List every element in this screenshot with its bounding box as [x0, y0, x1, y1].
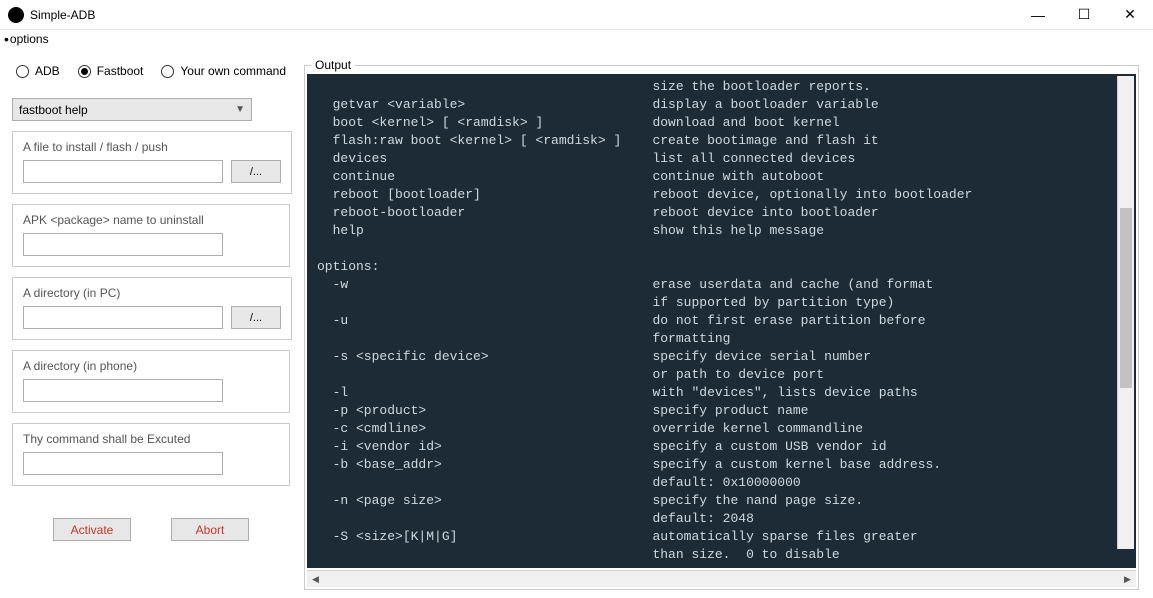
menu-options[interactable]: options	[10, 32, 49, 46]
radio-circle-icon	[161, 65, 174, 78]
output-legend: Output	[311, 58, 355, 72]
radio-own-label: Your own command	[180, 64, 286, 78]
left-panel: ADB Fastboot Your own command fastboot h…	[12, 58, 290, 590]
radio-own-command[interactable]: Your own command	[161, 64, 286, 78]
file-input[interactable]	[23, 160, 223, 183]
mode-radio-group: ADB Fastboot Your own command	[12, 58, 290, 88]
activate-button[interactable]: Activate	[53, 518, 131, 541]
minimize-button[interactable]: —	[1015, 0, 1061, 30]
menu-bullet: •	[4, 31, 9, 47]
chevron-down-icon: ▼	[235, 104, 245, 115]
dir-phone-label: A directory (in phone)	[23, 359, 279, 373]
file-browse-button[interactable]: /...	[231, 160, 281, 183]
output-fieldset: Output size the bootloader reports. getv…	[304, 58, 1139, 590]
content: ADB Fastboot Your own command fastboot h…	[0, 48, 1153, 598]
scrollbar-thumb[interactable]	[1120, 208, 1132, 388]
command-combobox-value: fastboot help	[19, 103, 88, 117]
window-controls: — ☐ ✕	[1015, 0, 1153, 30]
terminal-wrap: size the bootloader reports. getvar <var…	[307, 74, 1136, 568]
output-terminal[interactable]: size the bootloader reports. getvar <var…	[307, 74, 1136, 568]
radio-fastboot[interactable]: Fastboot	[78, 64, 144, 78]
scroll-right-icon[interactable]: ▶	[1119, 571, 1136, 588]
apk-input[interactable]	[23, 233, 223, 256]
vertical-scrollbar[interactable]	[1117, 76, 1134, 549]
cmd-input[interactable]	[23, 452, 223, 475]
radio-fastboot-label: Fastboot	[97, 64, 144, 78]
dir-pc-browse-button[interactable]: /...	[231, 306, 281, 329]
apk-label: APK <package> name to uninstall	[23, 213, 279, 227]
radio-adb[interactable]: ADB	[16, 64, 60, 78]
file-fieldset: A file to install / flash / push /...	[12, 131, 292, 194]
menubar: • options	[0, 30, 1153, 48]
horizontal-scrollbar[interactable]: ◀ ▶	[307, 570, 1136, 587]
command-combobox[interactable]: fastboot help ▼	[12, 98, 252, 121]
dir-phone-input[interactable]	[23, 379, 223, 402]
titlebar: Simple-ADB — ☐ ✕	[0, 0, 1153, 30]
dir-pc-label: A directory (in PC)	[23, 286, 281, 300]
app-icon	[8, 7, 24, 23]
apk-fieldset: APK <package> name to uninstall	[12, 204, 290, 267]
close-button[interactable]: ✕	[1107, 0, 1153, 30]
window-title: Simple-ADB	[30, 8, 1015, 22]
right-panel: Output size the bootloader reports. getv…	[304, 58, 1139, 590]
cmd-fieldset: Thy command shall be Excuted	[12, 423, 290, 486]
scroll-left-icon[interactable]: ◀	[307, 571, 324, 588]
radio-circle-icon	[78, 65, 91, 78]
cmd-label: Thy command shall be Excuted	[23, 432, 279, 446]
dir-phone-fieldset: A directory (in phone)	[12, 350, 290, 413]
dir-pc-input[interactable]	[23, 306, 223, 329]
abort-button[interactable]: Abort	[171, 518, 249, 541]
radio-adb-label: ADB	[35, 64, 60, 78]
dir-pc-fieldset: A directory (in PC) /...	[12, 277, 292, 340]
action-row: Activate Abort	[12, 496, 290, 541]
maximize-button[interactable]: ☐	[1061, 0, 1107, 30]
file-label: A file to install / flash / push	[23, 140, 281, 154]
radio-circle-icon	[16, 65, 29, 78]
